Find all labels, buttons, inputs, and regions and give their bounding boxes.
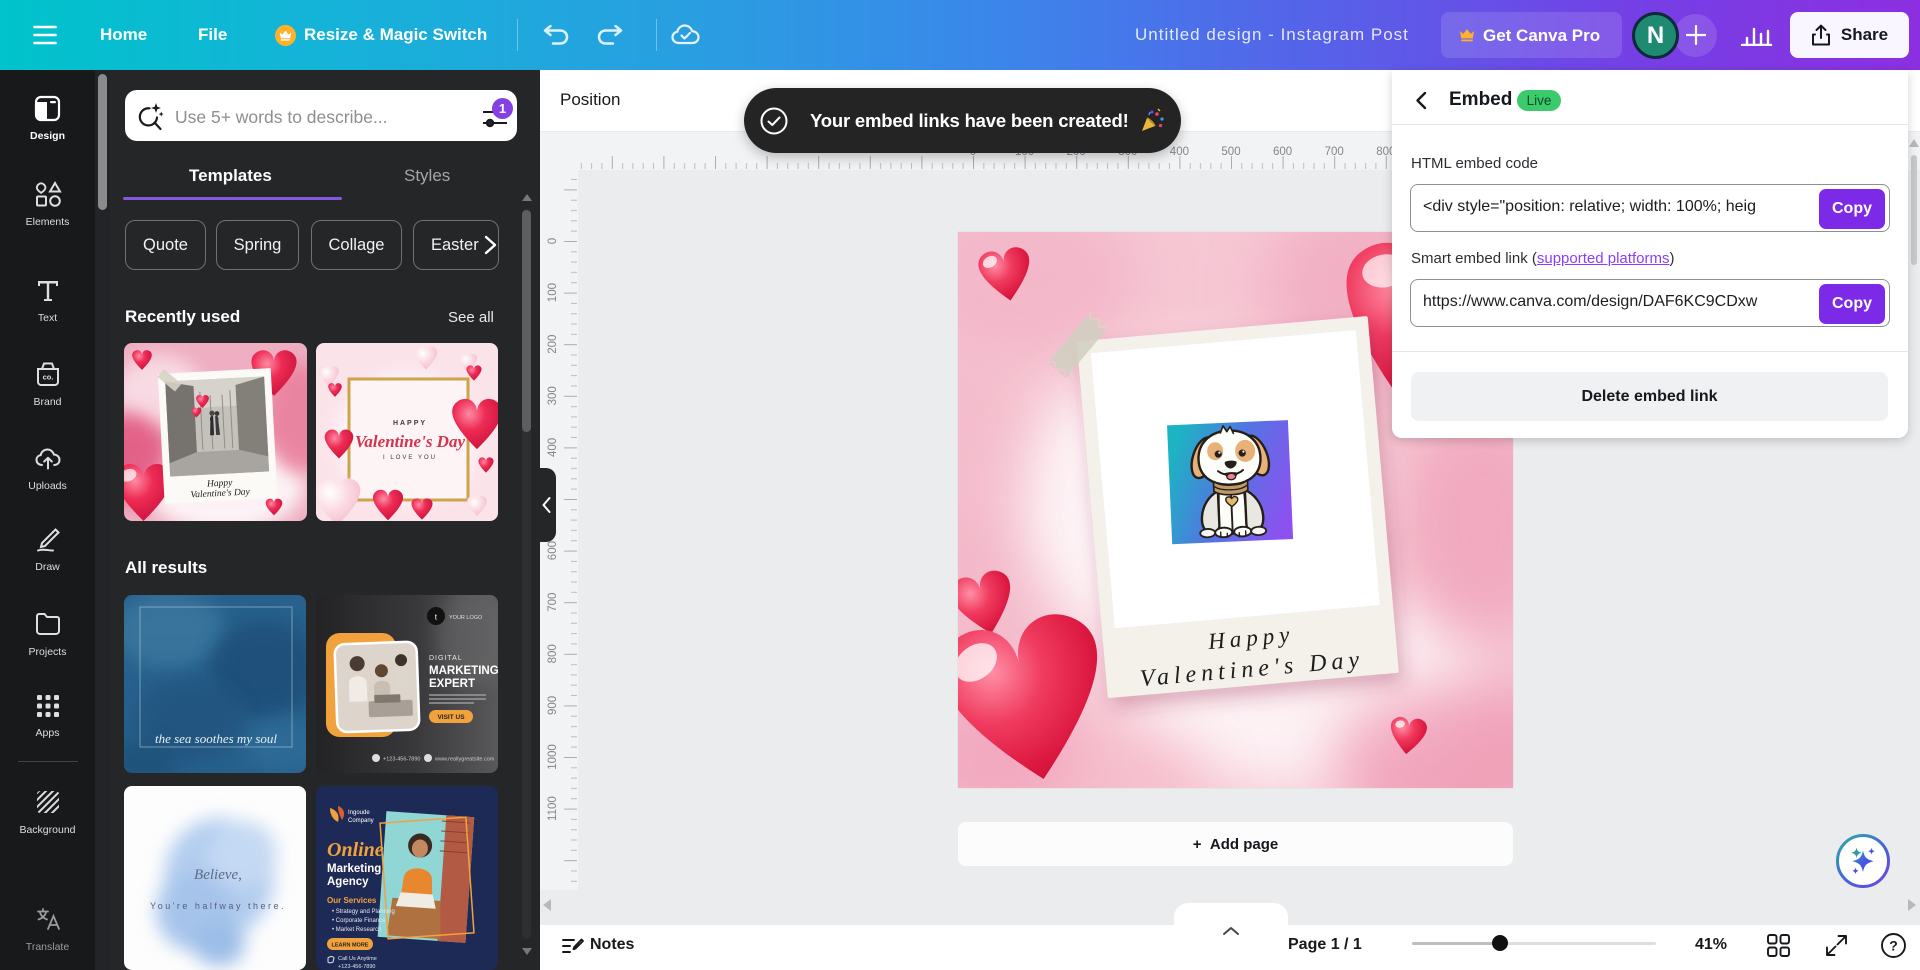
svg-text:400: 400: [1170, 146, 1189, 158]
svg-text:500: 500: [1221, 146, 1240, 158]
svg-text:VISIT US: VISIT US: [437, 714, 465, 721]
svg-text:300: 300: [547, 386, 559, 405]
svg-text:co.: co.: [42, 373, 53, 382]
svg-text:1100: 1100: [547, 796, 559, 821]
svg-text:Call Us Anytime: Call Us Anytime: [338, 956, 377, 962]
svg-text:www.reallygreatsite.com: www.reallygreatsite.com: [434, 757, 495, 763]
svg-text:900: 900: [547, 696, 559, 715]
svg-text:Believe,: Believe,: [194, 867, 242, 883]
svg-text:the sea soothes my soul: the sea soothes my soul: [155, 731, 277, 746]
svg-text:Company: Company: [348, 818, 374, 824]
svg-text:Agency: Agency: [327, 876, 369, 888]
svg-text:Valentine's Day: Valentine's Day: [355, 432, 465, 451]
svg-text:Ingoude: Ingoude: [348, 810, 370, 816]
svg-text:+123-456-7890: +123-456-7890: [338, 964, 375, 970]
svg-text:100: 100: [547, 283, 559, 302]
svg-text:?: ?: [1889, 938, 1898, 954]
svg-text:800: 800: [547, 644, 559, 663]
svg-text:Marketing: Marketing: [327, 863, 381, 875]
svg-text:200: 200: [547, 335, 559, 354]
svg-text:• Strategy and Planning: • Strategy and Planning: [332, 909, 395, 915]
svg-text:YOUR LOGO: YOUR LOGO: [449, 615, 483, 621]
svg-text:You're halfway there.: You're halfway there.: [150, 901, 286, 911]
svg-text:700: 700: [1325, 146, 1344, 158]
svg-text:• Corporate Finance: • Corporate Finance: [332, 918, 386, 924]
svg-text:600: 600: [1273, 146, 1292, 158]
svg-text:Our Services: Our Services: [327, 896, 377, 905]
svg-text:DIGITAL: DIGITAL: [429, 655, 463, 662]
svg-text:+123-456-7890: +123-456-7890: [383, 757, 420, 763]
svg-text:1000: 1000: [547, 744, 559, 770]
svg-text:I LOVE YOU: I LOVE YOU: [383, 455, 437, 461]
svg-text:EXPERT: EXPERT: [429, 678, 475, 690]
svg-text:0: 0: [547, 238, 559, 244]
svg-text:700: 700: [547, 593, 559, 612]
svg-text:MARKETING: MARKETING: [429, 665, 498, 677]
svg-text:LEARN MORE: LEARN MORE: [332, 943, 369, 949]
svg-text:• Market Research: • Market Research: [332, 927, 381, 933]
svg-text:HAPPY: HAPPY: [393, 420, 427, 427]
svg-text:Online: Online: [327, 839, 384, 861]
svg-text:400: 400: [547, 438, 559, 457]
svg-text:600: 600: [547, 541, 559, 560]
